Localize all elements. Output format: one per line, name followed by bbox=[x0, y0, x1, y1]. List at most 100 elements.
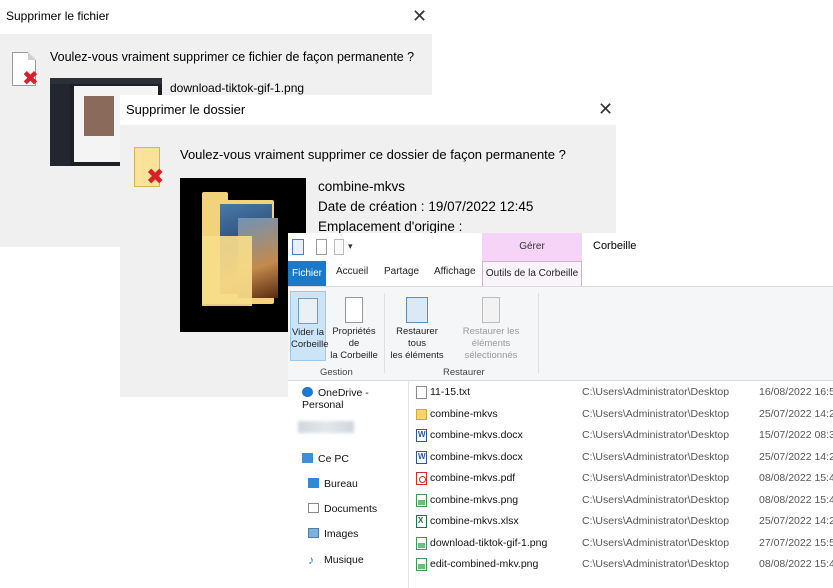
bin-properties-label-2: la Corbeille bbox=[330, 350, 378, 361]
navigation-pane: OneDrive - Personal Ce PC Bureau Documen… bbox=[288, 381, 408, 588]
ribbon-separator bbox=[384, 293, 385, 373]
file-deleted-date: 25/07/2022 14:22 bbox=[759, 515, 833, 527]
delete-folder-title: Supprimer le dossier bbox=[126, 102, 246, 117]
red-x-icon: ✖ bbox=[22, 66, 39, 90]
restore-selected-icon bbox=[482, 297, 500, 323]
properties-icon bbox=[345, 297, 363, 323]
red-x-icon: ✖ bbox=[146, 165, 165, 190]
file-deleted-date: 15/07/2022 08:33 bbox=[759, 429, 833, 441]
folder-original-location: Emplacement d'origine : bbox=[318, 219, 463, 234]
restore-selected-label-2: sélectionnés bbox=[464, 350, 518, 361]
file-name: combine-mkvs.xlsx bbox=[430, 515, 519, 527]
nav-item-documents[interactable]: Documents bbox=[308, 503, 377, 515]
file-deleted-date: 27/07/2022 15:57 bbox=[759, 536, 833, 549]
nav-this-pc-label: Ce PC bbox=[318, 453, 349, 465]
nav-item-images[interactable]: Images bbox=[308, 528, 358, 540]
redacted-nav-item bbox=[298, 421, 354, 433]
file-row[interactable]: combine-mkvs.pdf C:\Users\Administrator\D… bbox=[414, 468, 833, 490]
documents-icon bbox=[308, 503, 319, 513]
delete-folder-question: Voulez-vous vraiment supprimer ce dossie… bbox=[180, 147, 566, 162]
file-name: combine-mkvs.docx bbox=[430, 450, 523, 463]
folder-name: combine-mkvs bbox=[318, 179, 406, 194]
file-row[interactable]: combine-mkvs.xlsx C:\Users\Administrator\… bbox=[414, 511, 833, 533]
restore-all-icon bbox=[406, 297, 428, 323]
tab-file[interactable]: Fichier bbox=[288, 261, 326, 286]
empty-bin-label-1: Vider la bbox=[291, 327, 325, 338]
new-folder-icon[interactable] bbox=[334, 239, 344, 255]
file-deleted-date: 25/07/2022 14:22 bbox=[759, 407, 833, 420]
recycle-bin-explorer: ▾ Gérer Corbeille Accueil Partage Affich… bbox=[288, 233, 833, 588]
nav-item-onedrive[interactable]: OneDrive - Personal bbox=[302, 387, 408, 411]
music-icon: ♪ bbox=[308, 553, 314, 567]
group-restore-label: Restaurer bbox=[443, 367, 485, 378]
file-deleted-date: 16/08/2022 16:58 bbox=[759, 386, 833, 398]
delete-folder-titlebar: Supprimer le dossier ✕ bbox=[120, 95, 616, 125]
nav-documents-label: Documents bbox=[324, 503, 378, 515]
folder-created-date: Date de création : 19/07/2022 12:45 bbox=[318, 199, 534, 214]
file-original-path: C:\Users\Administrator\Desktop bbox=[582, 450, 730, 463]
delete-file-title: Supprimer le fichier bbox=[6, 9, 110, 23]
window-title: Corbeille bbox=[593, 240, 637, 252]
recycle-bin-small-icon bbox=[292, 239, 304, 255]
file-deleted-date: 08/08/2022 15:48 bbox=[759, 558, 833, 570]
file-name: combine-mkvs bbox=[430, 407, 498, 420]
nav-item-this-pc[interactable]: Ce PC bbox=[302, 453, 349, 465]
file-deleted-date: 25/07/2022 14:22 bbox=[759, 450, 833, 463]
delete-file-name: download-tiktok-gif-1.png bbox=[170, 81, 305, 95]
file-original-path: C:\Users\Administrator\Desktop bbox=[582, 493, 730, 506]
docx-file-icon bbox=[416, 429, 427, 442]
file-row[interactable]: edit-combined-mkv.png C:\Users\Administra… bbox=[414, 554, 833, 576]
file-original-path: C:\Users\Administrator\Desktop bbox=[582, 429, 730, 441]
file-original-path: C:\Users\Administrator\Desktop bbox=[582, 386, 730, 398]
tab-share[interactable]: Partage bbox=[384, 266, 419, 277]
file-name: edit-combined-mkv.png bbox=[430, 558, 539, 570]
nav-item-music[interactable]: ♪ Musique bbox=[308, 553, 364, 567]
empty-bin-button[interactable]: Vider la Corbeille bbox=[290, 291, 329, 361]
file-row[interactable]: download-tiktok-gif-1.png C:\Users\Admini… bbox=[414, 533, 833, 555]
close-icon[interactable]: ✕ bbox=[598, 100, 613, 118]
delete-file-question: Voulez-vous vraiment supprimer ce fichie… bbox=[50, 50, 415, 64]
file-name: combine-mkvs.pdf bbox=[430, 472, 516, 484]
nav-item-desktop[interactable]: Bureau bbox=[308, 478, 358, 490]
file-list: 11-15.txt C:\Users\Administrator\Desktop 1… bbox=[414, 381, 833, 588]
pane-divider bbox=[408, 381, 409, 588]
tab-home[interactable]: Accueil bbox=[336, 266, 368, 277]
group-manage-label: Gestion bbox=[320, 367, 353, 378]
file-original-path: C:\Users\Administrator\Desktop bbox=[582, 536, 730, 549]
nav-images-label: Images bbox=[324, 528, 359, 540]
file-row[interactable]: combine-mkvs C:\Users\Administrator\Deskt… bbox=[414, 404, 833, 426]
restore-selected-button[interactable]: Restaurer les éléments sélectionnés bbox=[446, 291, 536, 361]
file-row[interactable]: combine-mkvs.docx C:\Users\Administrator\… bbox=[414, 425, 833, 447]
file-original-path: C:\Users\Administrator\Desktop bbox=[582, 472, 730, 484]
nav-music-label: Musique bbox=[324, 554, 364, 566]
file-name: combine-mkvs.docx bbox=[430, 429, 523, 441]
chevron-down-icon[interactable]: ▾ bbox=[348, 241, 353, 257]
cloud-icon bbox=[302, 387, 313, 397]
context-tab-group: Gérer bbox=[482, 233, 582, 261]
bin-properties-button[interactable]: Propriétés de la Corbeille bbox=[328, 291, 380, 361]
recycle-bin-icon bbox=[298, 298, 318, 324]
restore-all-button[interactable]: Restaurer tous les éléments bbox=[388, 291, 446, 361]
file-original-path: C:\Users\Administrator\Desktop bbox=[582, 407, 730, 420]
pdf-file-icon bbox=[416, 472, 427, 485]
close-icon[interactable]: ✕ bbox=[412, 7, 427, 25]
png-file-icon bbox=[416, 536, 427, 550]
tab-view[interactable]: Affichage bbox=[434, 266, 476, 277]
restore-all-label-1: Restaurer tous bbox=[396, 326, 438, 349]
empty-bin-label-2: Corbeille bbox=[291, 339, 329, 350]
properties-icon[interactable] bbox=[316, 239, 327, 255]
file-name: 11-15.txt bbox=[430, 386, 471, 398]
file-name: combine-mkvs.png bbox=[430, 493, 519, 506]
file-row[interactable]: combine-mkvs.docx C:\Users\Administrator\… bbox=[414, 447, 833, 469]
tab-recycle-tools[interactable]: Outils de la Corbeille bbox=[482, 261, 582, 286]
file-row[interactable]: combine-mkvs.png C:\Users\Administrator\D… bbox=[414, 490, 833, 512]
xlsx-file-icon bbox=[416, 515, 427, 528]
file-row[interactable]: 11-15.txt C:\Users\Administrator\Desktop 1… bbox=[414, 382, 833, 404]
docx-file-icon bbox=[416, 450, 427, 464]
file-original-path: C:\Users\Administrator\Desktop bbox=[582, 515, 730, 527]
ribbon: Vider la Corbeille Propriétés de la Corb… bbox=[288, 286, 833, 381]
restore-selected-label-1: Restaurer les éléments bbox=[462, 326, 520, 349]
png-file-icon bbox=[416, 493, 427, 507]
computer-icon bbox=[302, 453, 313, 463]
txt-file-icon bbox=[416, 386, 427, 399]
